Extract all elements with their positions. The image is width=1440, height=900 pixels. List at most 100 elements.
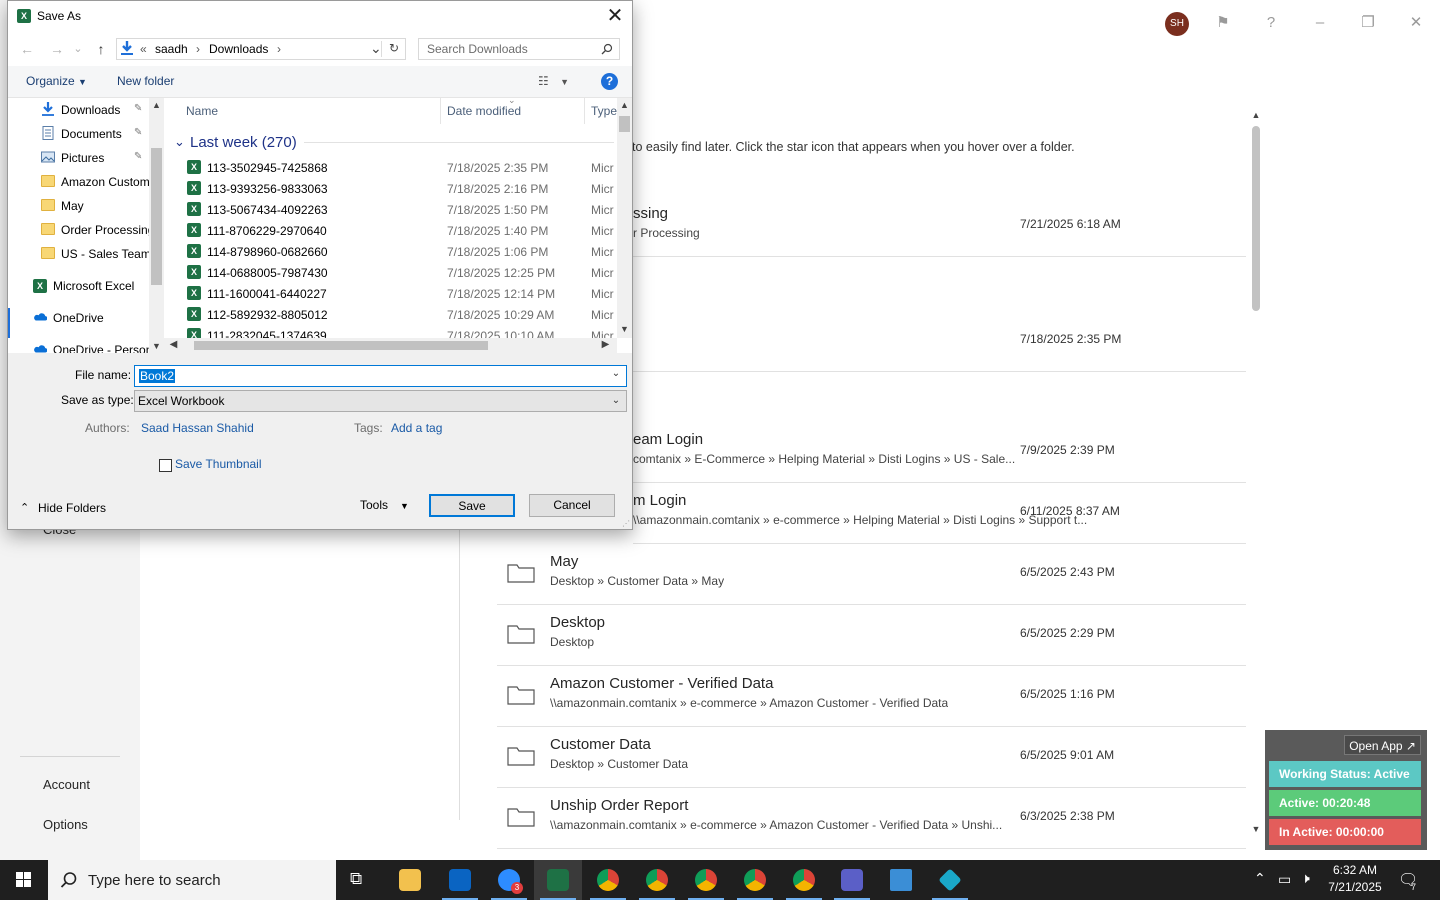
nav-item[interactable]: OneDrive [8, 307, 148, 329]
scroll-up-arrow[interactable]: ▲ [151, 100, 162, 110]
new-folder-button[interactable]: New folder [117, 74, 174, 88]
column-separator[interactable] [584, 98, 585, 124]
recent-folder-row[interactable]: ssing r Processing 7/21/2025 6:18 AM [633, 196, 1246, 257]
backstage-scrollbar[interactable]: ▲ ▼ [1249, 110, 1263, 834]
address-bar[interactable]: « saadh › Downloads › ⌄ ↻ [116, 38, 406, 60]
breadcrumb-downloads[interactable]: Downloads [209, 42, 268, 56]
scroll-up-arrow[interactable]: ▲ [619, 100, 630, 110]
add-tag-link[interactable]: Add a tag [391, 421, 442, 435]
nav-options[interactable]: Options [43, 817, 88, 832]
outlook-app[interactable] [436, 860, 484, 900]
save-as-type-select[interactable]: Excel Workbook ⌄ [134, 390, 627, 412]
maximize-icon[interactable]: ❐ [1358, 12, 1378, 34]
column-date-header[interactable]: Date modified [447, 104, 521, 118]
chrome-app-1[interactable] [584, 860, 632, 900]
tools-menu[interactable]: Tools ▼ [360, 498, 409, 512]
save-thumbnail-checkbox[interactable] [159, 459, 172, 472]
scroll-thumb[interactable] [151, 148, 162, 285]
hide-folders-button[interactable]: Hide Folders [38, 501, 106, 515]
file-row[interactable]: X 112-5892932-8805012 7/18/2025 10:29 AM Mi… [184, 304, 624, 325]
avatar[interactable]: SH [1165, 12, 1189, 36]
chrome-app-5[interactable] [780, 860, 828, 900]
nav-item[interactable]: Amazon Custom [8, 171, 150, 193]
recent-folder-row[interactable]: Amazon Customer - Verified Data \\amazonm… [497, 666, 1246, 727]
nav-item[interactable]: OneDrive - Person [8, 339, 152, 353]
file-row[interactable]: X 113-9393256-9833063 7/18/2025 2:16 PM Mic… [184, 178, 624, 199]
save-button[interactable]: Save [429, 494, 515, 517]
close-icon[interactable]: ✕ [604, 5, 626, 27]
clock[interactable]: 6:32 AM 7/21/2025 [1325, 863, 1385, 894]
nav-item[interactable]: Pictures ✎ [8, 147, 148, 169]
group-collapse-chevron-icon[interactable]: ⌄ [174, 134, 185, 150]
scroll-down-arrow[interactable]: ▼ [151, 341, 162, 351]
back-arrow-icon[interactable]: ← [18, 40, 36, 58]
file-row[interactable]: X 113-5067434-4092263 7/18/2025 1:50 PM Mic… [184, 199, 624, 220]
tray-overflow-icon[interactable]: ⌃ [1254, 870, 1266, 887]
column-separator[interactable] [440, 98, 441, 124]
column-name-header[interactable]: Name [186, 104, 218, 118]
scroll-left-arrow[interactable]: ◀ [168, 339, 179, 350]
recent-folder-row[interactable]: Unship Order Report \\amazonmain.comtanix… [497, 788, 1246, 849]
recent-folder-row[interactable]: 7/18/2025 2:35 PM [633, 311, 1246, 372]
close-window-icon[interactable]: ✕ [1406, 12, 1426, 34]
recent-folder-row[interactable]: Customer Data Desktop » Customer Data 6/5/… [497, 727, 1246, 788]
scroll-up-arrow[interactable]: ▲ [1250, 110, 1262, 120]
chrome-app-4[interactable] [731, 860, 779, 900]
file-row[interactable]: X 113-3502945-7425868 7/18/2025 2:35 PM Mic… [184, 157, 624, 178]
taskbar-search-box[interactable]: Type here to search [48, 860, 336, 900]
nav-item[interactable]: Order Processing [8, 219, 154, 241]
task-view-button[interactable]: ⧉ [336, 860, 384, 900]
file-row[interactable]: X 111-1600041-6440227 7/18/2025 12:14 PM Mi… [184, 283, 624, 304]
resize-grip-icon[interactable]: ⋰ [622, 519, 630, 528]
calculator-app[interactable] [877, 860, 925, 900]
recent-folder-row[interactable]: eam Login comtanix » E-Commerce » Helping… [633, 422, 1246, 483]
scroll-right-arrow[interactable]: ▶ [600, 339, 611, 350]
excel-app[interactable] [534, 860, 582, 900]
nav-account[interactable]: Account [43, 777, 90, 792]
recent-locations-icon[interactable]: ⌄ [72, 40, 84, 58]
breadcrumb-saadh[interactable]: saadh [155, 42, 188, 56]
column-type-header[interactable]: Type [591, 104, 617, 118]
nav-item[interactable]: Documents ✎ [8, 123, 148, 145]
zoom-app[interactable]: 3 [485, 860, 533, 900]
scroll-thumb[interactable] [194, 341, 488, 350]
file-row[interactable]: X 114-8798960-0682660 7/18/2025 1:06 PM Mic… [184, 241, 624, 262]
minimize-icon[interactable]: – [1310, 12, 1330, 34]
feedback-icon[interactable]: ⚑ [1213, 12, 1233, 34]
breadcrumb-overflow[interactable]: « [140, 42, 147, 56]
scroll-thumb[interactable] [1252, 126, 1260, 311]
search-input[interactable]: Search Downloads [418, 38, 620, 60]
scroll-down-arrow[interactable]: ▼ [619, 324, 630, 334]
file-list-horizontal-scrollbar[interactable]: ◀ ▶ [164, 338, 617, 353]
start-button[interactable] [0, 860, 48, 900]
file-name-value[interactable]: Book2 [139, 369, 176, 383]
group-header[interactable]: Last week (270) [190, 134, 297, 151]
scroll-thumb[interactable] [619, 116, 630, 132]
chrome-app-3[interactable] [682, 860, 730, 900]
nav-item[interactable]: Downloads ✎ [8, 99, 148, 121]
chevron-down-icon[interactable]: ⌄ [610, 368, 622, 379]
authors-value[interactable]: Saad Hassan Shahid [141, 421, 254, 435]
refresh-icon[interactable]: ↻ [389, 41, 399, 55]
recent-folder-row[interactable]: m Login \\amazonmain.comtanix » e-commerc… [633, 483, 1246, 544]
view-options-icon[interactable]: ☷ ▼ [538, 74, 569, 88]
forward-arrow-icon[interactable]: → [48, 40, 66, 58]
address-dropdown-icon[interactable]: ⌄ [370, 40, 382, 57]
nav-item[interactable]: US - Sales Team [8, 243, 151, 265]
file-list-vertical-scrollbar[interactable]: ▲ ▼ [617, 98, 632, 338]
nav-pane-scrollbar[interactable]: ▲ ▼ [149, 98, 164, 353]
chevron-up-icon[interactable]: ⌃ [20, 501, 29, 514]
help-icon[interactable]: ? [1261, 12, 1281, 34]
organize-menu[interactable]: Organize ▼ [26, 74, 87, 88]
teams-app[interactable] [828, 860, 876, 900]
help-button[interactable]: ? [601, 73, 618, 90]
file-name-input[interactable]: Book2 ⌄ [134, 365, 627, 387]
open-app-button[interactable]: Open App ↗ [1344, 735, 1421, 755]
save-thumbnail-label[interactable]: Save Thumbnail [175, 457, 262, 471]
up-arrow-icon[interactable]: ↑ [92, 40, 110, 58]
recent-folder-row[interactable]: May Desktop » Customer Data » May 6/5/2025… [497, 544, 1246, 605]
network-icon[interactable]: ▭ [1278, 871, 1291, 888]
tracker-app[interactable] [926, 860, 974, 900]
nav-item[interactable]: X Microsoft Excel [8, 275, 148, 297]
file-row[interactable]: X 114-0688005-7987430 7/18/2025 12:25 PM Mi… [184, 262, 624, 283]
